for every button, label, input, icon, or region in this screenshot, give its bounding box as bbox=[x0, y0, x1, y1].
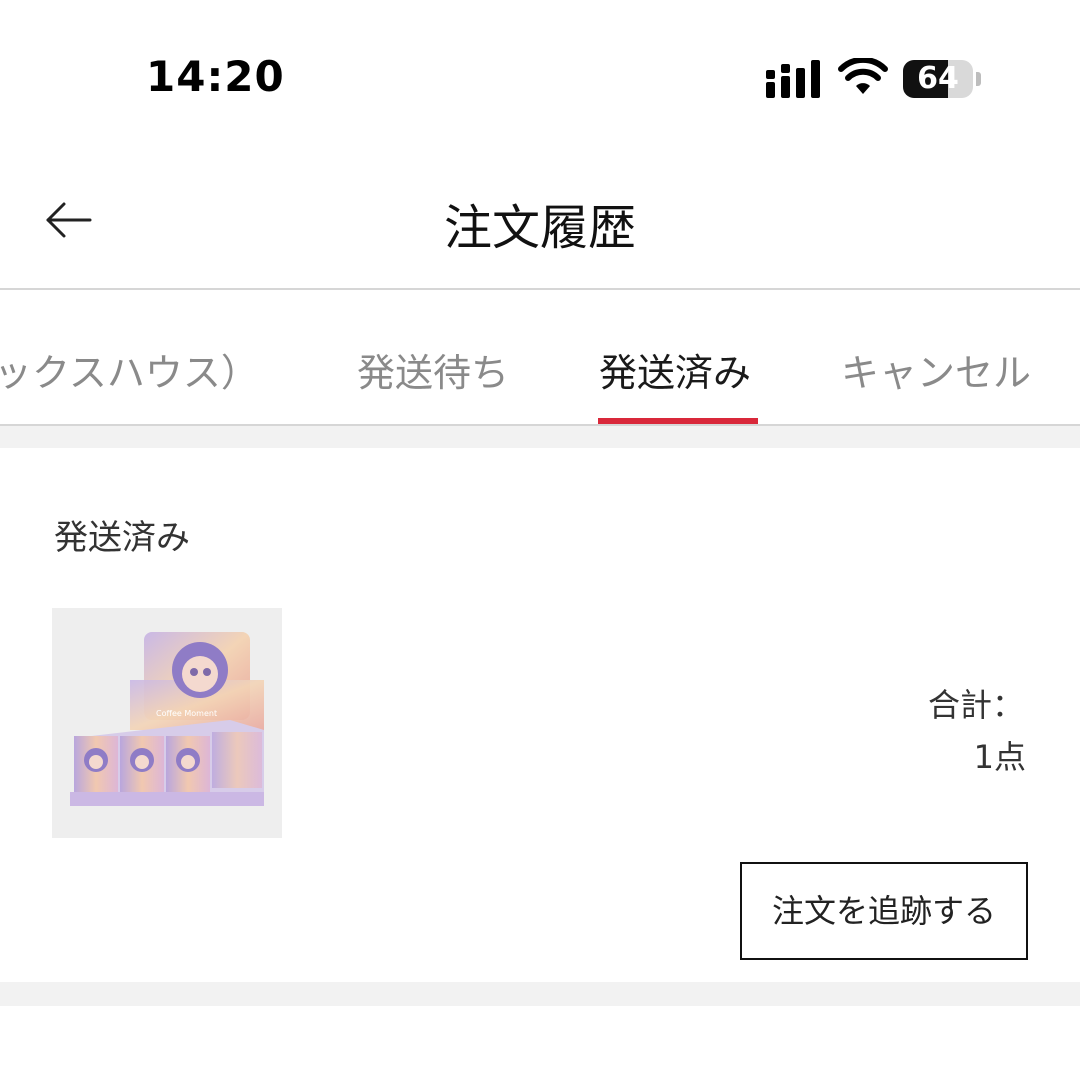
total-quantity: 1点 bbox=[973, 738, 1026, 776]
wifi-icon bbox=[838, 58, 888, 94]
signal-icon bbox=[766, 60, 820, 98]
status-bar: 14:20 64 bbox=[0, 0, 1080, 150]
product-image[interactable]: Coffee Moment bbox=[52, 608, 282, 838]
active-tab-indicator bbox=[598, 418, 758, 424]
tab-shipped[interactable]: 発送済み bbox=[599, 342, 751, 397]
status-time: 14:20 bbox=[146, 52, 285, 101]
tab-cancelled[interactable]: キャンセル bbox=[841, 342, 1031, 397]
track-order-button[interactable]: 注文を追跡する bbox=[740, 862, 1028, 960]
total-label: 合計： bbox=[927, 686, 1024, 724]
header: 注文履歴 bbox=[0, 150, 1080, 290]
order-status-tabs: ックスハウス） 発送待ち 発送済み キャンセル bbox=[0, 290, 1080, 426]
tab-box-house[interactable]: ックスハウス） bbox=[0, 342, 259, 397]
product-image-text: Coffee Moment bbox=[156, 709, 217, 718]
tab-awaiting-shipment[interactable]: 発送待ち bbox=[357, 342, 509, 397]
section-gap bbox=[0, 426, 1080, 448]
order-status-label: 発送済み bbox=[54, 518, 190, 558]
battery-level: 64 bbox=[917, 61, 959, 96]
battery-icon: 64 bbox=[903, 60, 983, 98]
page-title: 注文履歴 bbox=[443, 200, 636, 256]
section-gap-bottom bbox=[0, 982, 1080, 1006]
order-card[interactable]: 発送済み Coffee Moment 合計： 1点 注文を追跡する bbox=[0, 448, 1080, 982]
